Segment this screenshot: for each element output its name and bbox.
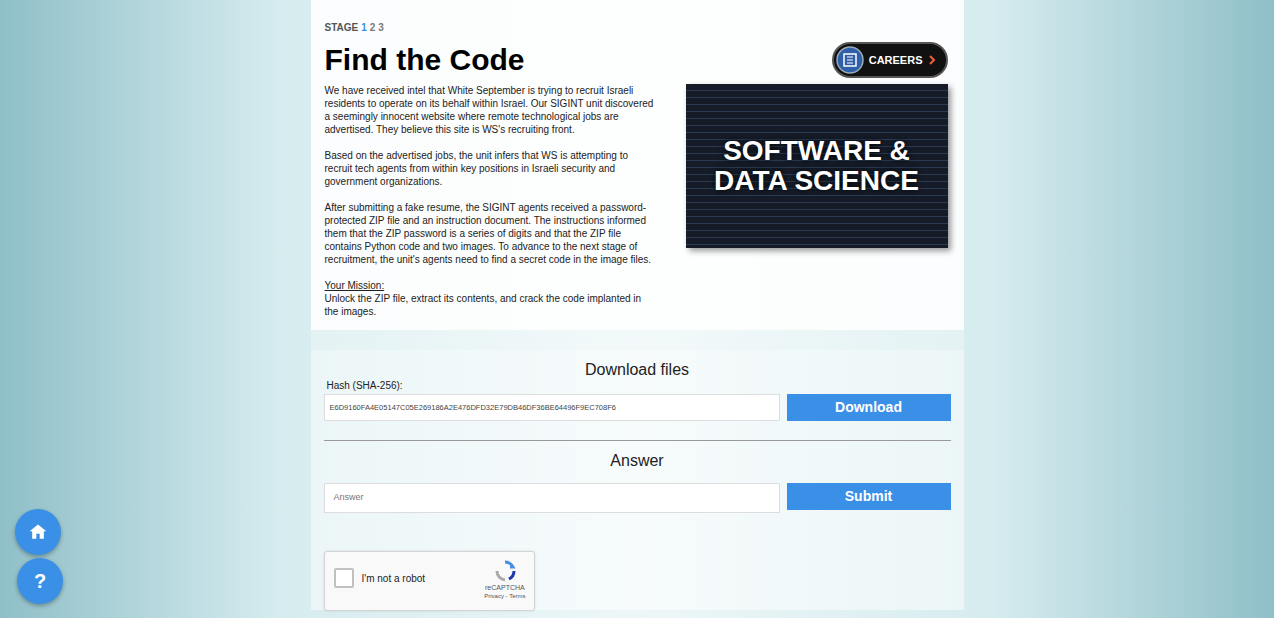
main-column: STAGE123 Find the Code CAREERS We have rece…: [311, 0, 964, 610]
mission: Your Mission:Unlock the ZIP file, extrac…: [325, 279, 655, 318]
intro-section: STAGE123 Find the Code CAREERS We have rece…: [311, 0, 964, 330]
logo-icon: [836, 46, 864, 74]
submit-button[interactable]: Submit: [787, 483, 951, 510]
intro-paragraph: After submitting a fake resume, the SIGI…: [325, 201, 655, 266]
home-button[interactable]: [15, 509, 61, 555]
captcha-links[interactable]: Privacy - Terms: [484, 592, 525, 600]
captcha-checkbox[interactable]: [334, 568, 354, 588]
hash-label: Hash (SHA-256):: [324, 380, 951, 392]
intro-text: We have received intel that White Septem…: [325, 84, 655, 318]
answer-field[interactable]: Answer: [324, 483, 780, 513]
download-button[interactable]: Download: [787, 394, 951, 421]
page: STAGE123 Find the Code CAREERS We have rece…: [0, 0, 1274, 618]
stage-step[interactable]: 3: [378, 22, 384, 34]
mission-heading: Your Mission:: [325, 279, 655, 292]
stage-step[interactable]: 1: [361, 22, 367, 34]
stage-label: STAGE: [325, 22, 359, 34]
form-section: Download filesHash (SHA-256): E6D9160FA4E…: [311, 350, 964, 610]
help-button[interactable]: ?: [17, 558, 63, 604]
stage-indicator: STAGE123: [325, 22, 950, 34]
captcha: I'm not a robot reCAPTCHAPrivacy - Terms: [324, 551, 535, 611]
careers-label: CAREERS: [869, 52, 923, 69]
banner-title: DATA SCIENCE: [714, 166, 919, 196]
download-heading: Download files: [324, 360, 951, 380]
arrow-icon: [928, 54, 938, 66]
intro-paragraph: Based on the advertised jobs, the unit i…: [325, 149, 655, 188]
home-icon: [28, 522, 48, 542]
careers-badge[interactable]: CAREERS: [832, 42, 948, 78]
intro-paragraph: We have received intel that White Septem…: [325, 84, 655, 136]
captcha-label: I'm not a robot: [362, 571, 426, 586]
captcha-brand: reCAPTCHA: [485, 583, 525, 592]
recaptcha-icon: [493, 559, 517, 583]
banner-image: SOFTWARE &DATA SCIENCE: [686, 84, 948, 248]
banner-title: SOFTWARE &: [723, 136, 910, 166]
divider: [324, 440, 951, 441]
side-buttons: ?: [15, 509, 63, 604]
answer-heading: Answer: [324, 451, 951, 471]
stage-step[interactable]: 2: [370, 22, 376, 34]
hash-field[interactable]: E6D9160FA4E05147C05E269186A2E476DFD32E79…: [324, 394, 780, 421]
mission-text: Unlock the ZIP file, extract its content…: [325, 292, 655, 318]
page-title: Find the Code: [325, 42, 525, 78]
